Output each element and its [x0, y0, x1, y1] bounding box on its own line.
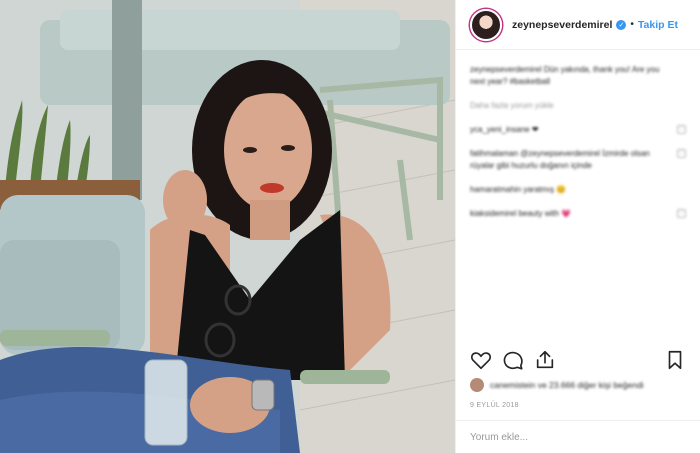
profile-avatar[interactable] [470, 8, 502, 41]
post-photo[interactable] [0, 0, 455, 453]
add-comment-bar [456, 420, 700, 453]
list-item: hamaratmahin yaratmış 😊 [470, 184, 686, 196]
post-side-panel: zeynepseverdemirel ✓ • Takip Et zeynepse… [455, 0, 700, 453]
follow-button[interactable]: Takip Et [638, 19, 678, 31]
list-item: kiaksidemirel beauty with 💗 ♡ [470, 208, 686, 220]
separator-dot: • [630, 19, 634, 30]
load-more-comments[interactable]: Daha fazla yorum yükle [470, 100, 686, 112]
action-bar [470, 346, 686, 374]
liker-avatar [470, 378, 484, 392]
comment-like-icon[interactable]: ♡ [677, 209, 686, 218]
comment-text: yca_yeni_insane ❤ [470, 125, 539, 134]
comment-text: hamaratmahin yaratmış 😊 [470, 185, 567, 194]
comment-text: kiaksidemirel beauty with 💗 [470, 209, 572, 218]
comments-list: zeynepseverdemirel Dün yakında, thank yo… [456, 50, 700, 340]
likes-text[interactable]: canemistein ve 23.666 diğer kişi beğendi [490, 380, 644, 390]
bookmark-icon[interactable] [664, 349, 686, 371]
photo-illustration [0, 0, 455, 453]
list-item: yca_yeni_insane ❤ ♡ [470, 124, 686, 136]
comment-icon[interactable] [502, 349, 524, 371]
list-item: fatihmalaman @zeynepseverdemirel İzmirde… [470, 148, 686, 172]
load-more-comments-label[interactable]: Daha fazla yorum yükle [470, 101, 554, 110]
comment-like-icon[interactable]: ♡ [677, 125, 686, 134]
share-icon[interactable] [534, 349, 556, 371]
comment-input[interactable] [470, 431, 686, 443]
username-link[interactable]: zeynepseverdemirel [512, 19, 612, 31]
verified-badge-icon: ✓ [616, 19, 627, 30]
post-header: zeynepseverdemirel ✓ • Takip Et [456, 0, 700, 50]
heart-icon[interactable] [470, 349, 492, 371]
likes-summary[interactable]: canemistein ve 23.666 diğer kişi beğendi [470, 378, 644, 392]
comment-text: fatihmalaman @zeynepseverdemirel İzmirde… [470, 149, 650, 170]
post-date: 9 EYLÜL 2018 [470, 402, 519, 409]
caption-text: zeynepseverdemirel Dün yakında, thank yo… [470, 65, 660, 86]
comment-like-icon[interactable]: ♡ [677, 149, 686, 158]
caption: zeynepseverdemirel Dün yakında, thank yo… [470, 64, 686, 88]
